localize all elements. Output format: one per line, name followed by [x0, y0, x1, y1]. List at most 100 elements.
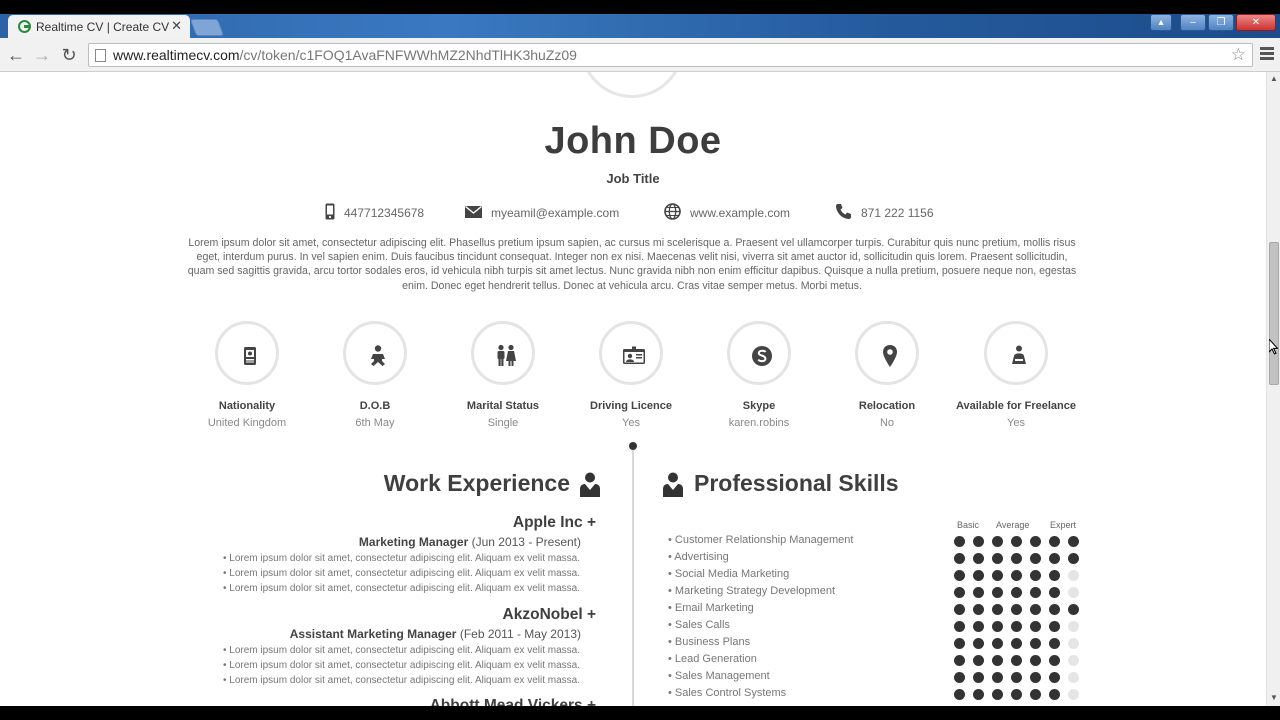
rating-dot-filled: [1068, 536, 1079, 547]
rating-dot-filled: [954, 655, 965, 666]
rating-dot-filled: [992, 655, 1003, 666]
contact-mobile: 447712345678: [325, 203, 424, 223]
forward-arrow-icon[interactable]: →: [31, 44, 53, 66]
rating-dot-filled: [954, 604, 965, 615]
vertical-scrollbar[interactable]: ▲ ▼: [1266, 72, 1280, 706]
rating-dot-filled: [1068, 604, 1079, 615]
mobile-phone-icon: [325, 203, 335, 223]
rating-dot-filled: [1030, 570, 1041, 581]
hamburger-menu-icon[interactable]: [1260, 47, 1274, 62]
rating-dot-filled: [1049, 638, 1060, 649]
rating-dot-filled: [954, 672, 965, 683]
job-bullet: • Lorem ipsum dolor sit amet, consectetu…: [223, 553, 580, 564]
info-label: Skype: [742, 400, 776, 412]
screen-bottom-border: [0, 706, 1280, 720]
scroll-up-icon[interactable]: ▲: [1270, 74, 1278, 83]
rating-dot-filled: [992, 689, 1003, 700]
job-bullet: • Lorem ipsum dolor sit amet, consectetu…: [223, 568, 580, 579]
couple-icon: [497, 344, 516, 366]
rating-dot-empty: [1068, 655, 1079, 666]
info-label: Marital Status: [466, 400, 540, 412]
tab-strip: Realtime CV | Create CV ✕ ▴ ‒ ❐ ✕: [0, 14, 1280, 38]
job-company[interactable]: Abbott Mead Vickers +: [430, 697, 596, 706]
page-viewport: John Doe Job Title 447712345678 myeamil@…: [0, 72, 1266, 706]
url-text: www.realtimecv.com/cv/token/c1FOQ1AvaFNF…: [113, 47, 577, 63]
profile-icon[interactable]: ▴: [1150, 14, 1172, 31]
bookmark-star-icon[interactable]: ☆: [1231, 44, 1246, 66]
rating-dot-filled: [992, 553, 1003, 564]
profile-photo: [580, 72, 684, 98]
browser-window: Realtime CV | Create CV ✕ ▴ ‒ ❐ ✕ ← → ↻ …: [0, 0, 1280, 720]
rating-dot-filled: [1030, 672, 1041, 683]
favicon-icon: [18, 20, 31, 33]
job-company[interactable]: Apple Inc +: [513, 514, 596, 532]
info-relocation: Relocation No: [817, 321, 957, 429]
passport-icon: [244, 347, 256, 365]
rating-dot-filled: [1011, 570, 1022, 581]
rating-dot-filled: [1030, 587, 1041, 598]
contact-website: www.example.com: [664, 203, 790, 222]
new-tab-button[interactable]: [189, 19, 225, 36]
minimize-button[interactable]: ‒: [1180, 14, 1206, 31]
tab-close-icon[interactable]: ✕: [171, 18, 182, 34]
info-skype: Skype karen.robins: [689, 321, 829, 429]
phone-icon: [835, 203, 852, 223]
rating-dot-filled: [1011, 655, 1022, 666]
page-icon: [95, 49, 106, 62]
info-value: Yes: [1007, 417, 1025, 429]
scrollbar-thumb[interactable]: [1269, 242, 1279, 385]
id-card-icon: [623, 346, 645, 364]
envelope-icon: [465, 205, 482, 221]
skill-scale-basic: Basic: [957, 520, 980, 530]
rating-dot-filled: [973, 536, 984, 547]
rating-dot-filled: [1049, 553, 1060, 564]
rating-dot-filled: [1011, 672, 1022, 683]
rating-dot-filled: [973, 689, 984, 700]
info-driving-licence: Driving Licence Yes: [561, 321, 701, 429]
info-value: No: [879, 417, 895, 429]
rating-dot-filled: [1049, 621, 1060, 632]
skill-name: • Email Marketing: [668, 602, 754, 614]
rating-dot-filled: [992, 536, 1003, 547]
maximize-button[interactable]: ❐: [1208, 14, 1234, 31]
info-freelance: Available for Freelance Yes: [946, 321, 1086, 429]
rating-dot-filled: [992, 621, 1003, 632]
skill-name: • Marketing Strategy Development: [668, 585, 836, 597]
browser-tab[interactable]: Realtime CV | Create CV ✕: [8, 15, 190, 38]
window-close-button[interactable]: ✕: [1236, 14, 1276, 31]
info-value: Yes: [622, 417, 640, 429]
rating-dot-filled: [1068, 553, 1079, 564]
rating-dot-filled: [954, 570, 965, 581]
rating-dot-filled: [992, 672, 1003, 683]
info-marital-status: Marital Status Single: [433, 321, 573, 429]
rating-dot-filled: [973, 604, 984, 615]
reload-icon[interactable]: ↻: [58, 44, 80, 66]
tab-title: Realtime CV | Create CV: [36, 20, 170, 34]
person-icon: [663, 472, 683, 497]
job-company[interactable]: AkzoNobel +: [503, 606, 596, 624]
info-value: 6th May: [355, 417, 395, 429]
map-pin-icon: [883, 345, 897, 367]
rating-dot-empty: [1068, 638, 1079, 649]
rating-dot-filled: [954, 553, 965, 564]
scroll-down-icon[interactable]: ▼: [1270, 693, 1278, 702]
phone-number: 871 222 1156: [861, 206, 934, 220]
info-nationality: Nationality United Kingdom: [177, 321, 317, 429]
contact-phone: 871 222 1156: [835, 204, 934, 222]
rating-dot-filled: [1049, 587, 1060, 598]
rating-dot-filled: [973, 655, 984, 666]
rating-dot-filled: [992, 570, 1003, 581]
screen-top-border: [0, 0, 1280, 14]
rating-dot-filled: [1030, 689, 1041, 700]
rating-dot-empty: [1068, 587, 1079, 598]
rating-dot-filled: [973, 553, 984, 564]
rating-dot-filled: [1011, 553, 1022, 564]
skill-name: • Customer Relationship Management: [668, 534, 854, 546]
job-bullet: • Lorem ipsum dolor sit amet, consectetu…: [223, 645, 580, 656]
back-arrow-icon[interactable]: ←: [5, 44, 27, 66]
rating-dot-filled: [1011, 638, 1022, 649]
address-bar[interactable]: www.realtimecv.com/cv/token/c1FOQ1AvaFNF…: [88, 43, 1253, 67]
rating-dot-filled: [1049, 655, 1060, 666]
rating-dot-filled: [973, 570, 984, 581]
rating-dot-filled: [1030, 604, 1041, 615]
